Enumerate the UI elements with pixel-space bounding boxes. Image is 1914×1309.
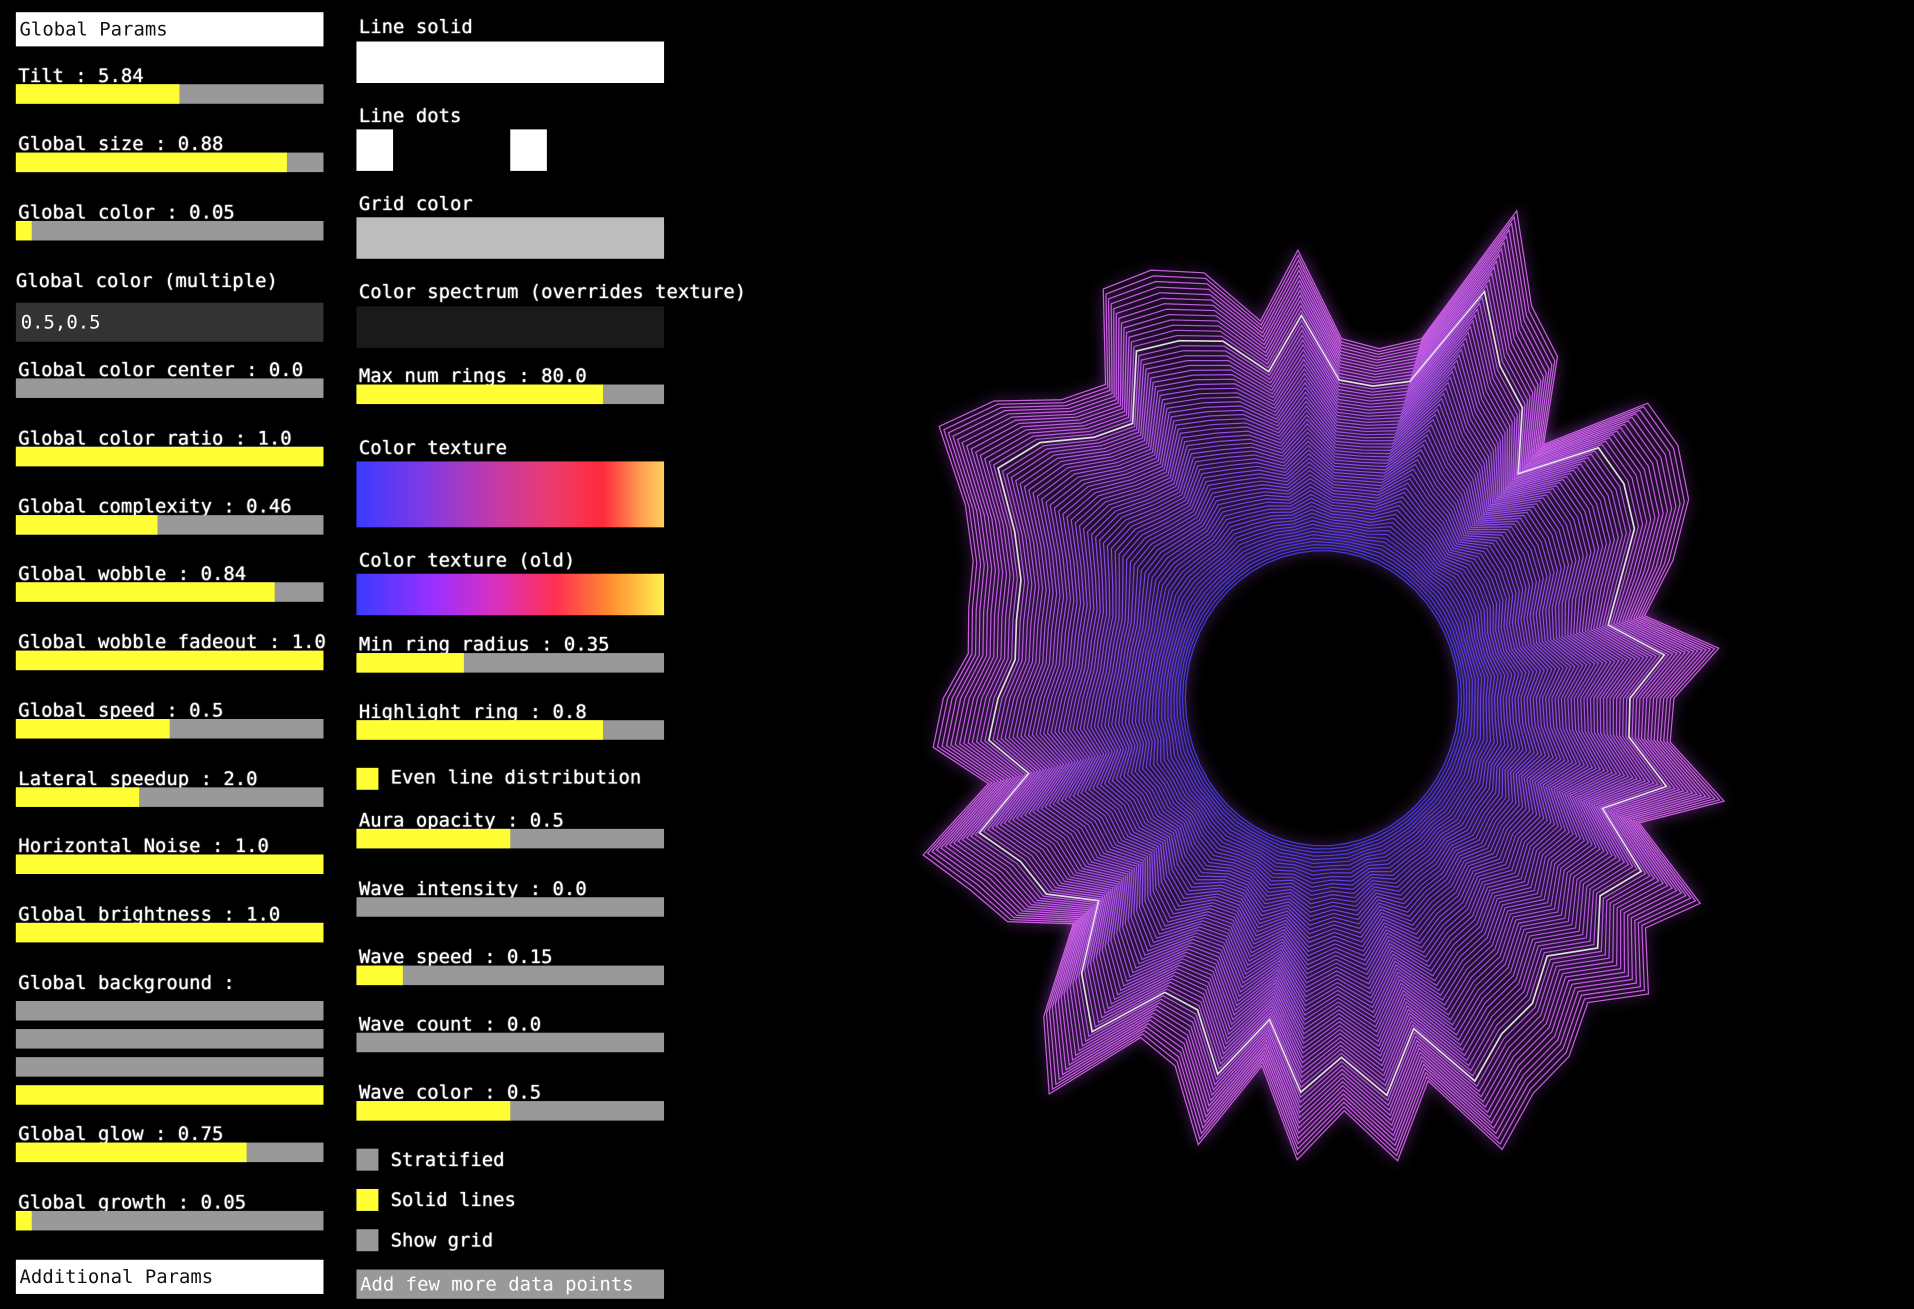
ring-visualization [922,209,1726,1162]
wave-speed-slider-fill [356,964,403,985]
solid-lines-checkbox[interactable] [356,1188,379,1211]
global-growth-slider-fill [15,1210,32,1231]
ring-line [1144,505,1499,897]
global-background-channel-3[interactable] [15,1085,324,1105]
grid-color-swatch[interactable] [356,217,665,259]
tilt-slider-fill [15,84,179,104]
horizontal-noise-slider[interactable] [15,854,324,875]
global-size-slider-fill [15,152,287,173]
additional-params-header[interactable]: Additional Params [15,1259,324,1294]
min-ring-radius-slider[interactable] [356,653,665,673]
horizontal-noise-slider-fill [15,854,324,875]
line-solid-label: Line solid [358,15,473,38]
line-dots-label: Line dots [358,104,462,127]
show-grid-checkbox[interactable] [356,1229,379,1252]
wave-count-slider[interactable] [356,1033,665,1053]
global-speed-slider-fill [15,718,170,739]
ring-line [1181,547,1463,850]
highlight-ring-slider-fill [356,720,603,740]
global-speed-slider[interactable] [15,718,324,739]
show-grid-label: Show grid [390,1229,494,1252]
wave-color-slider-fill [356,1101,511,1121]
grid-color-label: Grid color [358,192,473,215]
line-solid-swatch[interactable] [356,41,665,84]
color-texture-label: Color texture [358,437,507,459]
ring-line [1141,501,1502,901]
global-color-ratio-slider-fill [15,446,324,467]
max-num-rings-slider[interactable] [356,384,665,405]
global-params-header[interactable]: Global Params [15,12,324,47]
global-background-channel-1[interactable] [15,1029,324,1049]
global-color-slider-fill [15,220,32,241]
global-background-label: Global background : [18,971,235,994]
wave-color-slider[interactable] [356,1101,665,1121]
ring-line [1173,537,1471,861]
min-ring-radius-slider-fill [356,653,465,673]
add-data-points-button[interactable]: Add few more data points [356,1269,665,1299]
global-glow-slider[interactable] [15,1142,324,1163]
global-brightness-slider[interactable] [15,922,324,943]
global-wobble-slider[interactable] [15,582,324,603]
global-complexity-slider[interactable] [15,514,324,535]
global-growth-slider[interactable] [15,1210,324,1231]
color-texture-old-gradient[interactable] [356,573,665,616]
global-wobble-fadeout-slider[interactable] [15,650,324,671]
color-texture-gradient[interactable] [356,461,665,528]
color-texture-old-label: Color texture (old) [358,549,576,572]
even-line-distribution-checkbox[interactable] [356,767,379,790]
ring-line [1179,544,1465,854]
tilt-slider[interactable] [15,84,324,104]
ring-line [1176,540,1468,857]
global-complexity-slider-fill [15,514,158,535]
ring-line [1170,534,1473,865]
line-dots-swatch-2[interactable] [510,129,547,171]
lateral-speedup-slider[interactable] [15,786,324,807]
color-spectrum-label: Color spectrum (overrides texture) [358,280,747,303]
global-glow-slider-fill [15,1142,247,1163]
wave-speed-slider[interactable] [356,964,665,985]
global-color-center-slider[interactable] [15,378,324,398]
global-brightness-slider-fill [15,922,324,943]
global-background-channel-0[interactable] [15,1000,324,1021]
even-line-distribution-label: Even line distribution [390,766,642,789]
global-background-channel-2[interactable] [15,1057,324,1077]
global-wobble-slider-fill [15,582,275,603]
global-color-multiple-input[interactable]: 0.5,0.5 [15,302,324,342]
max-num-rings-slider-fill [356,384,603,405]
global-wobble-fadeout-slider-fill [15,650,324,671]
line-dots-swatch-1[interactable] [356,129,394,171]
ring-line [1184,550,1460,847]
aura-opacity-slider[interactable] [356,828,665,849]
global-color-slider[interactable] [15,220,324,241]
highlight-ring-slider[interactable] [356,720,665,740]
stratified-checkbox[interactable] [356,1148,379,1171]
global-size-slider[interactable] [15,152,324,173]
wave-intensity-slider[interactable] [356,896,665,917]
app: Global Params Additional Params Tilt : 5… [0,0,1914,1309]
aura-opacity-slider-fill [356,828,511,849]
color-spectrum-swatch[interactable] [356,306,665,348]
stratified-label: Stratified [390,1148,505,1171]
global-color-ratio-slider[interactable] [15,446,324,467]
ring-line [1111,465,1535,939]
lateral-speedup-slider-fill [15,786,139,807]
global-color-multiple-label: Global color (multiple) [15,269,278,292]
ring-line [1167,530,1476,868]
solid-lines-label: Solid lines [390,1188,516,1211]
